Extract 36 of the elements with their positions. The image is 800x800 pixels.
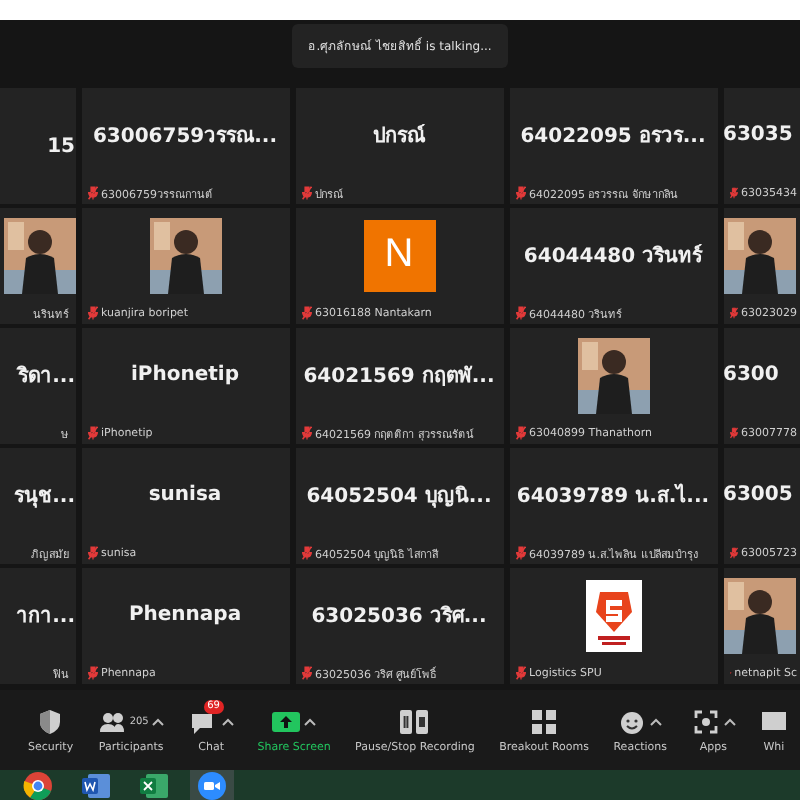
participant-name: ปกรณ์ bbox=[373, 122, 425, 150]
participant-name: 64022095 อรวร... bbox=[520, 124, 706, 150]
spreadsheet-icon[interactable] bbox=[138, 769, 170, 800]
caret-icon[interactable] bbox=[723, 717, 736, 725]
document-icon[interactable] bbox=[80, 769, 112, 800]
participant-name: 63025036 วริศ... bbox=[311, 603, 487, 630]
participant-name: 64052504 บุญนิ... bbox=[306, 483, 492, 510]
caret-icon[interactable] bbox=[152, 717, 165, 725]
participant-name: 63005 bbox=[723, 484, 793, 506]
caret-icon[interactable] bbox=[650, 717, 663, 725]
avatar-letter: N bbox=[363, 219, 435, 291]
video-app-icon[interactable] bbox=[196, 769, 228, 800]
participant-name: รนุช... bbox=[14, 484, 75, 510]
apps-icon bbox=[691, 707, 720, 735]
shield-icon bbox=[36, 707, 65, 735]
smiley-icon bbox=[618, 707, 647, 735]
participant-name: ริดา... bbox=[18, 363, 75, 390]
participant-name: Phennapa bbox=[128, 604, 242, 626]
caret-icon[interactable] bbox=[304, 717, 317, 725]
people-icon bbox=[97, 707, 126, 735]
participant-name: 63035 bbox=[723, 124, 793, 146]
caret-icon[interactable] bbox=[221, 717, 234, 725]
participant-name: ากา... bbox=[16, 604, 75, 630]
participant-name: 6300 bbox=[723, 364, 779, 386]
participant-name: iPhonetip bbox=[130, 364, 239, 386]
chrome-icon[interactable] bbox=[22, 769, 54, 800]
participant-name: 64039789 น.ส.ไ... bbox=[516, 481, 710, 510]
whiteboard-icon bbox=[759, 707, 788, 735]
participant-name: sunisa bbox=[148, 484, 222, 506]
pause-stop-icon bbox=[400, 707, 429, 735]
participant-name: 64021569 กฤตพั... bbox=[303, 363, 495, 390]
share-screen-icon bbox=[272, 707, 301, 735]
participant-name: 63006759วรรณ... bbox=[92, 124, 278, 150]
participant-name: 64044480 วรินทร์ bbox=[523, 242, 703, 270]
participant-name: 15 bbox=[47, 135, 75, 157]
grid-icon bbox=[530, 707, 559, 735]
